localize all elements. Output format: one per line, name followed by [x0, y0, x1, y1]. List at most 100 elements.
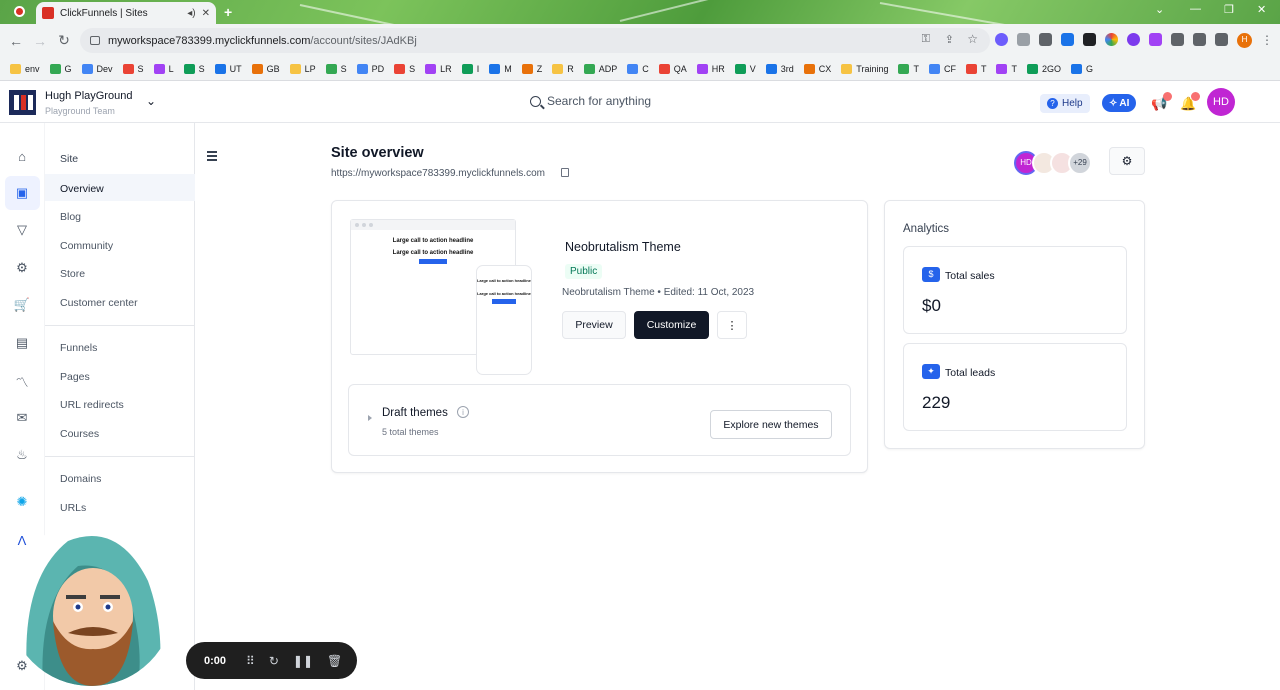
- bookmark-item[interactable]: PD: [356, 63, 384, 74]
- bookmark-item[interactable]: L: [153, 63, 174, 74]
- bookmark-item[interactable]: LP: [289, 63, 316, 74]
- site-settings-button[interactable]: ⚙: [1109, 147, 1145, 175]
- chrome-menu-icon[interactable]: [14, 6, 25, 17]
- sidebar-item-customer-center[interactable]: Customer center: [60, 297, 138, 309]
- calendar-extension-icon[interactable]: [1039, 33, 1052, 46]
- more-options-button[interactable]: ⋮: [717, 311, 747, 339]
- sidebar-item-domains[interactable]: Domains: [60, 473, 101, 485]
- analytics-icon[interactable]: 〽: [13, 372, 31, 390]
- info-icon[interactable]: i: [457, 406, 469, 418]
- bookmark-item[interactable]: V: [734, 63, 756, 74]
- bookmark-item[interactable]: UT: [214, 63, 242, 74]
- bookmark-item[interactable]: 3rd: [765, 63, 794, 74]
- close-tab-icon[interactable]: ✕: [202, 8, 210, 19]
- community-icon[interactable]: ♨: [13, 446, 31, 464]
- contacts-icon[interactable]: ▤: [13, 334, 31, 352]
- sidebar-item-url-redirects[interactable]: URL redirects: [60, 399, 124, 411]
- bookmark-item[interactable]: 2GO: [1026, 63, 1061, 74]
- extension-icon[interactable]: [1061, 33, 1074, 46]
- extension-icon[interactable]: [1083, 33, 1096, 46]
- browser-menu-icon[interactable]: ⋮: [1261, 33, 1273, 48]
- share-icon[interactable]: ⇪: [945, 33, 954, 46]
- hamburger-menu-icon[interactable]: [207, 151, 217, 163]
- bookmark-item[interactable]: T: [965, 63, 986, 74]
- side-panel-icon[interactable]: [1215, 33, 1228, 46]
- settings-badge-icon[interactable]: ✺: [13, 493, 31, 511]
- theme-mobile-preview[interactable]: Large call to action headline Large call…: [476, 265, 532, 375]
- extension-icon[interactable]: [995, 33, 1008, 46]
- help-button[interactable]: ? Help: [1040, 94, 1090, 113]
- bookmark-item[interactable]: T: [996, 63, 1017, 74]
- tab-search-icon[interactable]: ⌄: [1155, 3, 1164, 16]
- customize-button[interactable]: Customize: [634, 311, 709, 339]
- drag-handle-icon[interactable]: ⠿: [246, 654, 255, 668]
- extensions-puzzle-icon[interactable]: [1171, 33, 1184, 46]
- ai-button[interactable]: ✧ AI: [1102, 94, 1137, 112]
- sidebar-item-funnels[interactable]: Funnels: [60, 342, 97, 354]
- sidebar-item-blog[interactable]: Blog: [60, 211, 81, 223]
- global-search[interactable]: Search for anything: [530, 94, 651, 108]
- bookmark-item[interactable]: S: [325, 63, 347, 74]
- sidebar-item-urls[interactable]: URLs: [60, 502, 86, 514]
- bookmark-item[interactable]: S: [122, 63, 144, 74]
- explore-themes-button[interactable]: Explore new themes: [710, 410, 832, 439]
- forward-icon[interactable]: →: [28, 33, 52, 49]
- color-picker-extension-icon[interactable]: [1105, 33, 1118, 46]
- sidebar-item-community[interactable]: Community: [60, 240, 113, 252]
- bookmark-item[interactable]: CX: [803, 63, 831, 74]
- bookmark-item[interactable]: S: [183, 63, 205, 74]
- reload-icon[interactable]: ↻: [52, 32, 76, 49]
- expand-caret-icon[interactable]: [368, 415, 372, 421]
- automation-icon[interactable]: ⚙: [13, 259, 31, 277]
- mute-tab-icon[interactable]: ◂): [187, 8, 195, 19]
- webcam-avatar-overlay[interactable]: [8, 521, 174, 686]
- bookmark-item[interactable]: env: [10, 63, 40, 74]
- extension-icon[interactable]: [1127, 33, 1140, 46]
- bookmark-item[interactable]: C: [627, 63, 649, 74]
- sites-icon[interactable]: ▣: [13, 184, 31, 202]
- bookmark-item[interactable]: GB: [251, 63, 280, 74]
- bookmark-item[interactable]: I: [461, 63, 479, 74]
- bookmark-item[interactable]: M: [489, 63, 512, 74]
- sidebar-item-overview[interactable]: Overview: [60, 183, 104, 195]
- pause-icon[interactable]: ❚❚: [293, 654, 313, 668]
- bookmark-item[interactable]: HR: [696, 63, 725, 74]
- camera-extension-icon[interactable]: [1017, 33, 1030, 46]
- copy-icon[interactable]: [561, 168, 569, 177]
- cart-icon[interactable]: 🛒: [13, 296, 31, 314]
- bookmark-item[interactable]: ADP: [583, 63, 617, 74]
- chevron-down-icon[interactable]: ⌄: [146, 94, 156, 108]
- bookmark-item[interactable]: Z: [521, 63, 542, 74]
- bookmark-item[interactable]: G: [1070, 63, 1093, 74]
- maximize-icon[interactable]: ❐: [1224, 3, 1234, 16]
- bookmark-item[interactable]: T: [898, 63, 919, 74]
- bookmark-item[interactable]: Training: [841, 63, 888, 74]
- bookmark-star-icon[interactable]: ☆: [967, 32, 978, 46]
- clickfunnels-logo[interactable]: [9, 90, 36, 115]
- funnel-icon[interactable]: ▽: [13, 221, 31, 239]
- download-icon[interactable]: [1193, 33, 1206, 46]
- bookmark-item[interactable]: R: [552, 63, 574, 74]
- user-avatar[interactable]: HD: [1207, 88, 1235, 116]
- restart-icon[interactable]: ↻: [269, 654, 279, 668]
- bookmark-item[interactable]: CF: [928, 63, 956, 74]
- email-icon[interactable]: ✉: [13, 409, 31, 427]
- settings-gear-icon[interactable]: ⚙: [13, 657, 31, 675]
- workspace-name[interactable]: Hugh PlayGround: [45, 90, 132, 102]
- home-icon[interactable]: ⌂: [13, 147, 31, 165]
- sidebar-item-courses[interactable]: Courses: [60, 428, 99, 440]
- draft-themes-panel[interactable]: Draft themes i 5 total themes Explore ne…: [348, 384, 851, 456]
- bookmark-item[interactable]: S: [394, 63, 415, 74]
- browser-tab[interactable]: ClickFunnels | Sites ◂) ✕: [36, 2, 216, 24]
- profile-avatar[interactable]: H: [1237, 33, 1252, 48]
- key-icon[interactable]: ⚿: [922, 33, 930, 46]
- back-icon[interactable]: ←: [4, 33, 28, 49]
- new-tab-icon[interactable]: +: [224, 4, 232, 20]
- sidebar-item-pages[interactable]: Pages: [60, 371, 90, 383]
- delete-icon[interactable]: 🗑: [327, 654, 342, 668]
- app-logo-icon[interactable]: Λ: [13, 531, 31, 549]
- minimize-icon[interactable]: —: [1190, 3, 1201, 15]
- bookmark-item[interactable]: QA: [658, 63, 687, 74]
- url-field[interactable]: myworkspace783399.myclickfunnels.com /ac…: [80, 28, 990, 53]
- preview-button[interactable]: Preview: [562, 311, 626, 339]
